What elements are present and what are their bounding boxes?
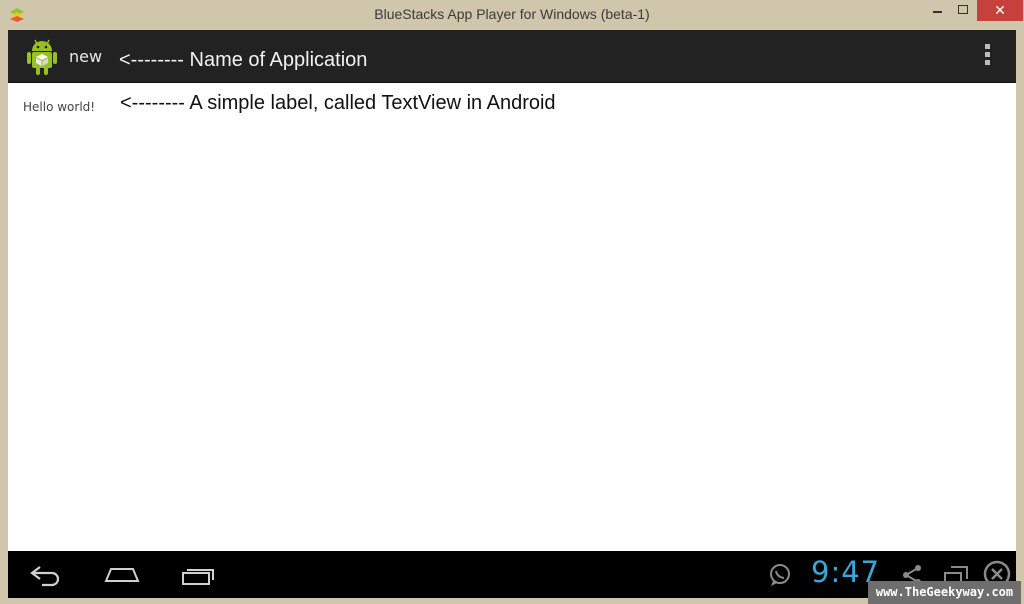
overflow-menu-icon[interactable]	[981, 44, 993, 68]
home-icon[interactable]	[102, 563, 142, 585]
back-icon[interactable]	[28, 563, 64, 587]
android-nav-bar: 9:47	[8, 551, 1016, 598]
textview-hello: Hello world!	[23, 100, 96, 114]
whatsapp-icon[interactable]	[768, 563, 792, 587]
maximize-button[interactable]	[950, 0, 976, 21]
android-robot-icon[interactable]	[23, 36, 61, 76]
minimize-button[interactable]	[922, 0, 952, 21]
textview-annotation: <-------- A simple label, called TextVie…	[120, 92, 556, 114]
app-name: new	[69, 47, 103, 66]
android-action-bar: new <-------- Name of Application	[8, 30, 1016, 83]
watermark: www.TheGeekyway.com	[868, 581, 1021, 604]
app-name-annotation: <-------- Name of Application	[119, 49, 368, 71]
window-titlebar: BlueStacks App Player for Windows (beta-…	[0, 0, 1024, 30]
app-content: Hello world! <-------- A simple label, c…	[8, 83, 1016, 551]
window-title: BlueStacks App Player for Windows (beta-…	[374, 6, 650, 22]
close-window-button[interactable]: ✕	[977, 0, 1023, 21]
recent-apps-icon[interactable]	[180, 564, 216, 586]
